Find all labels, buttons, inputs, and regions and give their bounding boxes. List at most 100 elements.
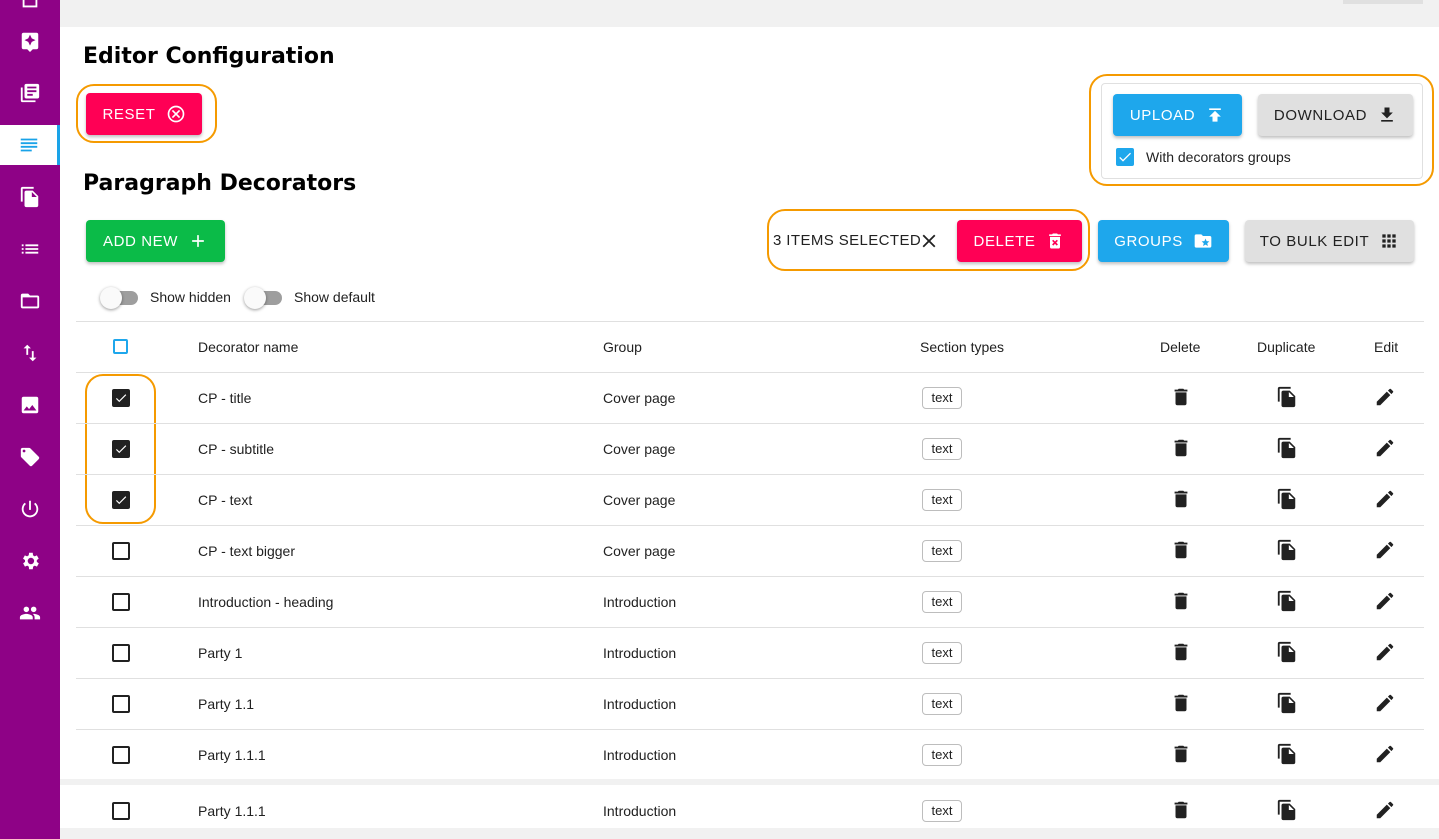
reset-button[interactable]: RESET <box>86 93 202 135</box>
sidebar-item-tag[interactable] <box>0 437 60 477</box>
delete-row-button[interactable] <box>1170 488 1192 510</box>
check-icon <box>115 444 127 453</box>
sidebar-item-users[interactable] <box>0 593 60 633</box>
edit-row-button[interactable] <box>1374 799 1396 821</box>
delete-forever-icon <box>1049 233 1062 249</box>
delete-row-button[interactable] <box>1170 539 1192 561</box>
duplicate-icon <box>1277 799 1296 820</box>
duplicate-row-button[interactable] <box>1276 488 1298 510</box>
row-divider <box>76 678 1424 679</box>
add-new-button[interactable]: ADD NEW <box>86 220 225 262</box>
row-checkbox[interactable] <box>112 643 130 662</box>
sidebar-item-folder[interactable] <box>0 281 60 321</box>
pencil-icon <box>1376 541 1394 558</box>
delete-row-button[interactable] <box>1170 799 1192 821</box>
sidebar-item-power[interactable] <box>0 489 60 529</box>
delete-label: DELETE <box>973 232 1036 250</box>
trash-icon <box>1174 745 1188 762</box>
row-name: Party 1.1.1 <box>198 802 266 819</box>
top-strip-button[interactable] <box>1343 0 1423 4</box>
clear-selection-button[interactable] <box>918 230 940 252</box>
duplicate-icon <box>1277 641 1296 662</box>
row-checkbox[interactable] <box>112 801 130 820</box>
pencil-icon <box>1376 745 1394 762</box>
column-header-name: Decorator name <box>198 339 299 355</box>
duplicate-row-button[interactable] <box>1276 386 1298 408</box>
sidebar-item-image[interactable] <box>0 385 60 425</box>
bulk-edit-label: TO BULK EDIT <box>1259 232 1370 250</box>
sparkle-icon <box>21 32 39 52</box>
duplicate-icon <box>1277 386 1296 407</box>
cancel-circle-icon <box>167 105 184 123</box>
bulk-edit-button[interactable]: TO BULK EDIT <box>1245 220 1414 262</box>
upload-label: UPLOAD <box>1129 106 1196 124</box>
row-checkbox[interactable] <box>112 388 130 407</box>
upload-button[interactable]: UPLOAD <box>1113 94 1242 136</box>
sidebar-item-settings[interactable] <box>0 541 60 581</box>
row-checkbox[interactable] <box>112 694 130 713</box>
sidebar-item-library[interactable] <box>0 73 60 113</box>
edit-row-button[interactable] <box>1374 590 1396 612</box>
row-checkbox[interactable] <box>112 541 130 560</box>
edit-row-button[interactable] <box>1374 743 1396 765</box>
edit-row-button[interactable] <box>1374 539 1396 561</box>
duplicate-row-button[interactable] <box>1276 692 1298 714</box>
edit-row-button[interactable] <box>1374 488 1396 510</box>
delete-row-button[interactable] <box>1170 386 1192 408</box>
pencil-icon <box>1376 388 1394 405</box>
duplicate-row-button[interactable] <box>1276 437 1298 459</box>
section-type-chip: text <box>922 539 962 562</box>
row-checkbox[interactable] <box>112 745 130 764</box>
row-group: Introduction <box>603 644 677 661</box>
close-icon <box>922 234 936 248</box>
sidebar-item-sparkle[interactable] <box>0 21 60 61</box>
duplicate-row-button[interactable] <box>1276 590 1298 612</box>
sidebar-item-window[interactable] <box>0 0 60 20</box>
sort-icon <box>23 344 37 362</box>
row-group: Introduction <box>603 593 677 610</box>
delete-row-button[interactable] <box>1170 437 1192 459</box>
section-type-chip: text <box>922 386 962 409</box>
row-name: CP - subtitle <box>198 440 274 457</box>
section-type-chip: text <box>922 641 962 664</box>
edit-row-button[interactable] <box>1374 386 1396 408</box>
users-icon <box>19 606 41 620</box>
select-all-checkbox[interactable] <box>113 339 128 354</box>
row-group: Introduction <box>603 695 677 712</box>
edit-row-button[interactable] <box>1374 692 1396 714</box>
sidebar-item-sort[interactable] <box>0 333 60 373</box>
top-strip <box>60 0 1439 27</box>
download-button[interactable]: DOWNLOAD <box>1258 94 1413 136</box>
duplicate-row-button[interactable] <box>1276 539 1298 561</box>
pencil-icon <box>1376 490 1394 507</box>
with-groups-checkbox[interactable] <box>1116 148 1134 166</box>
delete-row-button[interactable] <box>1170 692 1192 714</box>
section-type-chip: text <box>922 488 962 511</box>
row-checkbox[interactable] <box>112 439 130 458</box>
duplicate-icon <box>1277 539 1296 560</box>
sidebar-item-paragraph[interactable] <box>0 125 60 165</box>
groups-button[interactable]: GROUPS <box>1098 220 1229 262</box>
edit-row-button[interactable] <box>1374 437 1396 459</box>
delete-row-button[interactable] <box>1170 743 1192 765</box>
delete-row-button[interactable] <box>1170 641 1192 663</box>
pencil-icon <box>1376 694 1394 711</box>
row-checkbox[interactable] <box>112 490 130 509</box>
delete-row-button[interactable] <box>1170 590 1192 612</box>
duplicate-row-button[interactable] <box>1276 799 1298 821</box>
delete-selected-button[interactable]: DELETE <box>957 220 1082 262</box>
sidebar-item-copy[interactable] <box>0 177 60 217</box>
row-checkbox[interactable] <box>112 592 130 611</box>
trash-icon <box>1174 388 1188 405</box>
edit-row-button[interactable] <box>1374 641 1396 663</box>
section-type-chip: text <box>922 590 962 613</box>
show-hidden-toggle[interactable] <box>100 287 138 309</box>
section-type-chip: text <box>922 437 962 460</box>
upload-icon <box>1209 108 1221 122</box>
duplicate-row-button[interactable] <box>1276 743 1298 765</box>
show-default-toggle[interactable] <box>244 287 282 309</box>
duplicate-row-button[interactable] <box>1276 641 1298 663</box>
row-divider <box>76 525 1424 526</box>
sidebar-item-list[interactable] <box>0 229 60 269</box>
row-group: Cover page <box>603 491 676 508</box>
